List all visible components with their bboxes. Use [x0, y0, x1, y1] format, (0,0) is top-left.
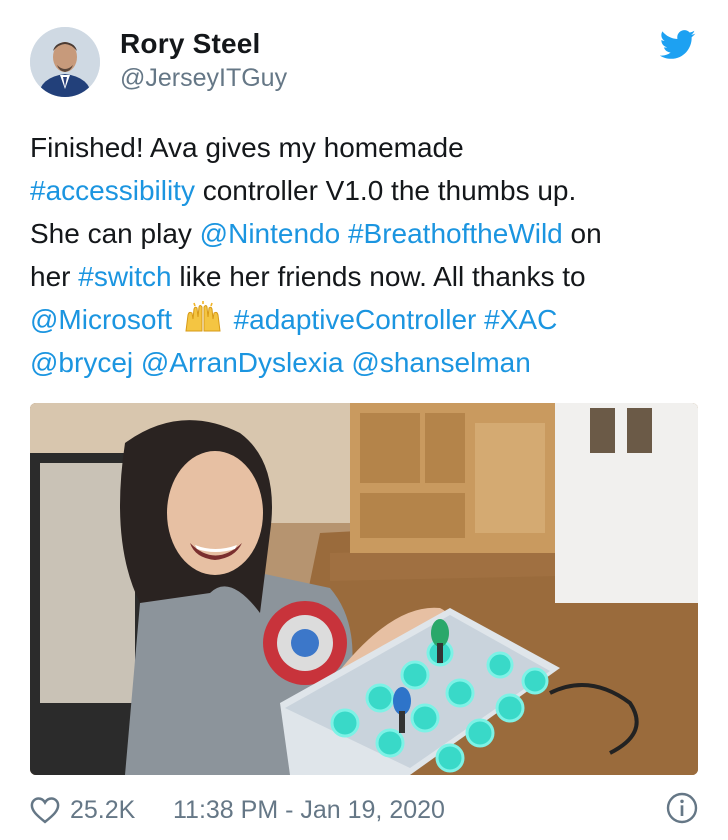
tweet-text-line: @Microsoft #adaptiveController #XAC	[30, 298, 700, 341]
tweet-text-line: She can play @Nintendo #BreathoftheWild …	[30, 212, 700, 255]
tweet-text-line: Finished! Ava gives my homemade	[30, 126, 700, 169]
user-handle[interactable]: @JerseyITGuy	[120, 64, 287, 93]
hashtag-link[interactable]: #accessibility	[30, 175, 195, 206]
raising-hands-emoji	[182, 301, 224, 335]
tweet-text-segment: on	[562, 218, 602, 249]
mention-link[interactable]: @ArranDyslexia	[141, 347, 344, 378]
hashtag-link[interactable]: #XAC	[484, 304, 557, 335]
tweet-text-segment: her	[30, 261, 79, 292]
hashtag-link[interactable]: #BreathoftheWild	[348, 218, 563, 249]
tweet-text-segment	[226, 304, 234, 335]
timestamp[interactable]: 11:38 PM - Jan 19, 2020	[173, 796, 445, 825]
like-count[interactable]: 25.2K	[70, 796, 135, 825]
info-icon[interactable]	[666, 792, 698, 824]
heart-icon[interactable]	[30, 796, 60, 824]
tweet-text-segment: She can play	[30, 218, 200, 249]
tweet-text-line: #accessibility controller V1.0 the thumb…	[30, 169, 700, 212]
tweet-text-segment: Finished! Ava gives my homemade	[30, 132, 464, 163]
tweet-text-line: her #switch like her friends now. All th…	[30, 255, 700, 298]
avatar[interactable]	[30, 27, 100, 97]
tweet-text: Finished! Ava gives my homemade #accessib…	[30, 126, 700, 384]
mention-link[interactable]: @Microsoft	[30, 304, 172, 335]
tweet-text-segment	[133, 347, 141, 378]
tweet-text-segment	[340, 218, 348, 249]
tweet-text-segment	[172, 304, 180, 335]
tweet-text-segment: like her friends now. All thanks to	[171, 261, 586, 292]
tweet-text-line: @brycej @ArranDyslexia @shanselman	[30, 341, 700, 384]
tweet-text-segment	[476, 304, 484, 335]
twitter-bird-icon[interactable]	[659, 30, 696, 60]
hashtag-link[interactable]: #switch	[78, 261, 171, 292]
display-name[interactable]: Rory Steel	[120, 28, 261, 60]
mention-link[interactable]: @brycej	[30, 347, 133, 378]
mention-link[interactable]: @shanselman	[351, 347, 530, 378]
tweet-text-segment: controller V1.0 the thumbs up.	[194, 175, 577, 206]
tweet-footer: 25.2K 11:38 PM - Jan 19, 2020	[30, 790, 698, 830]
mention-link[interactable]: @Nintendo	[200, 218, 341, 249]
hashtag-link[interactable]: #adaptiveController	[234, 304, 477, 335]
tweet-photo[interactable]	[30, 403, 698, 775]
